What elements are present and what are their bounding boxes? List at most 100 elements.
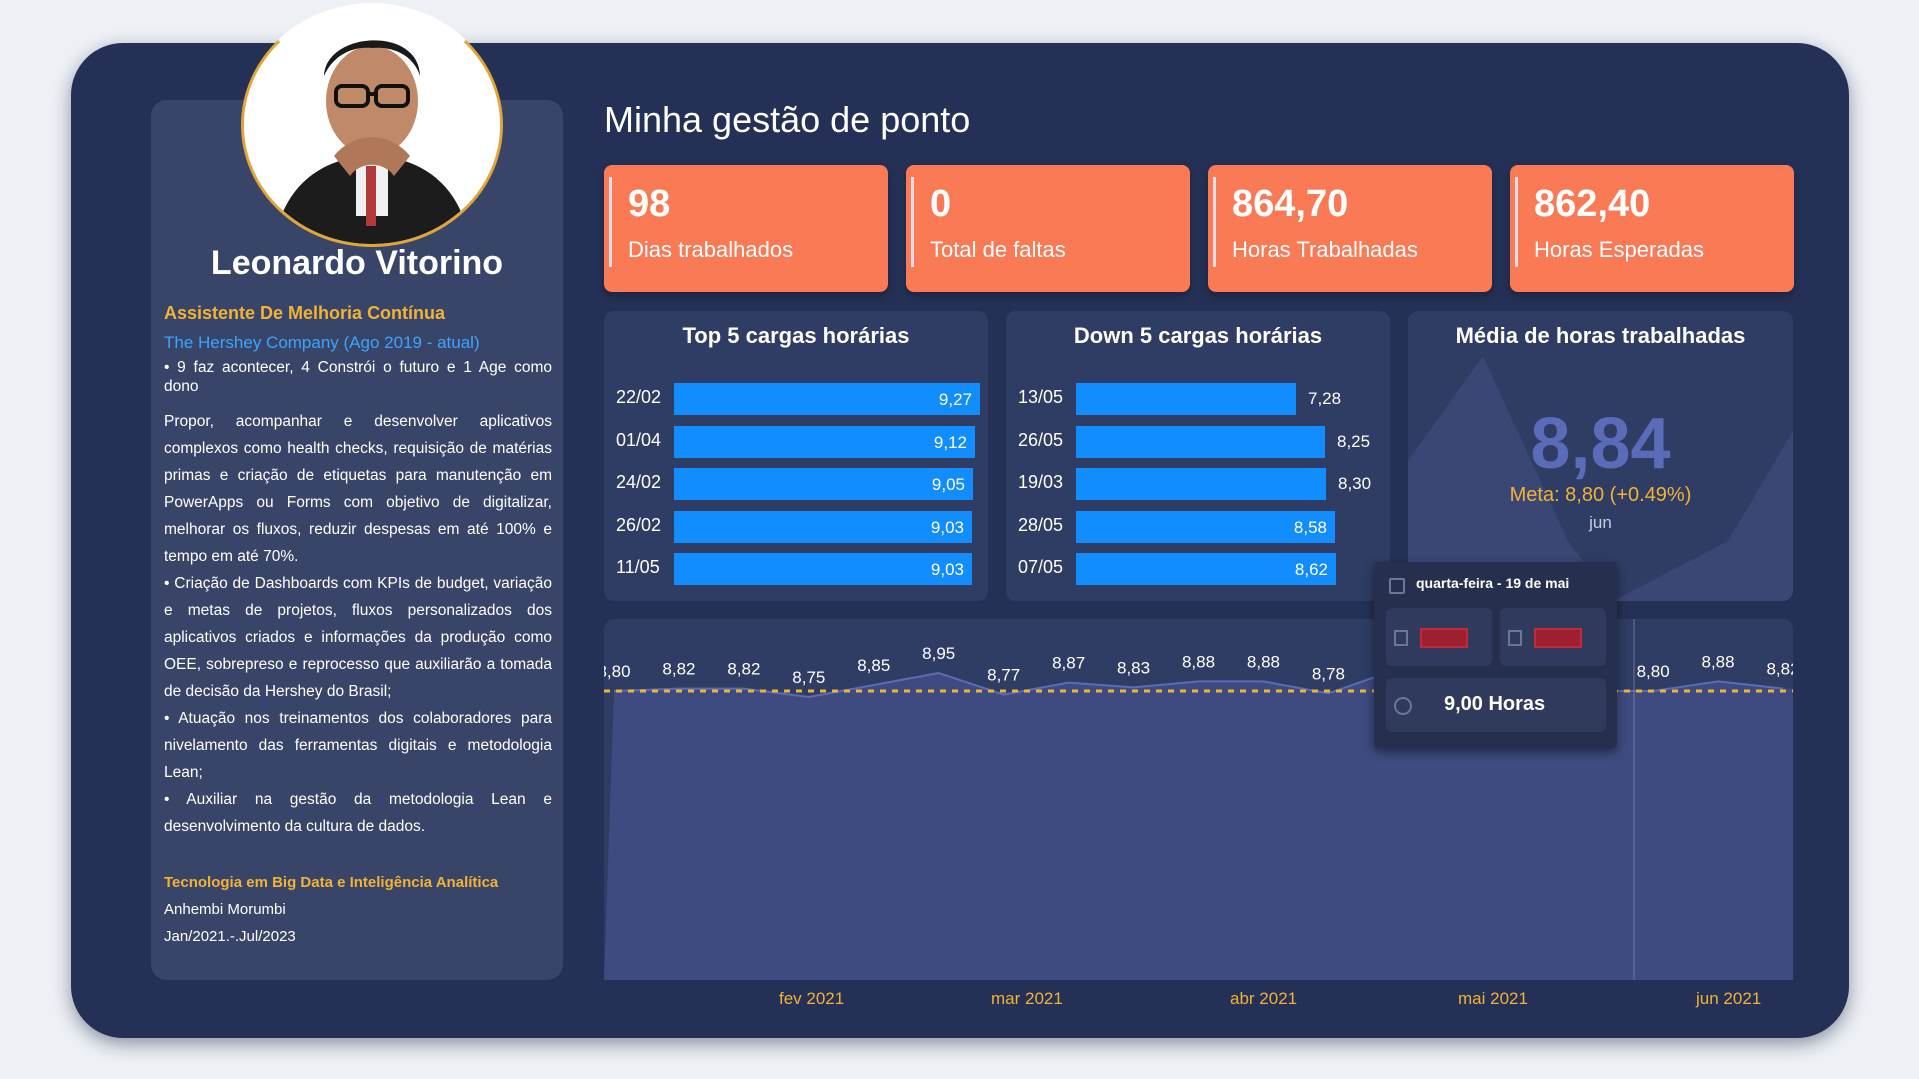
rank-bar[interactable]: 9,12 xyxy=(674,425,975,458)
rank-category-label: 13/05 xyxy=(1018,387,1064,407)
person-photo-icon xyxy=(244,6,500,244)
x-tick-label: abr 2021 xyxy=(1230,989,1298,1008)
rank-category-label: 19/03 xyxy=(1018,472,1064,492)
rank-value-label: 8,25 xyxy=(1337,431,1371,451)
data-label: 8,95 xyxy=(922,644,955,663)
kpi-accent-bar xyxy=(911,177,914,267)
rank-value-label: 9,27 xyxy=(938,390,972,409)
kpi-label: Horas Esperadas xyxy=(1534,237,1704,262)
data-label: 8,75 xyxy=(792,668,825,687)
data-label: 8,78 xyxy=(1312,664,1345,683)
kpi-accent-bar xyxy=(1213,177,1216,267)
data-label: 8,80 xyxy=(604,662,631,681)
kpi-accent-bar xyxy=(609,177,612,267)
rank-row[interactable]: 26/02 9,03 xyxy=(604,509,988,543)
rank-bar[interactable] xyxy=(1076,425,1325,458)
rank-row[interactable]: 11/05 9,03 xyxy=(604,551,988,585)
kpi-value: 98 xyxy=(628,183,671,225)
kpi-value: 0 xyxy=(930,183,952,225)
redacted-time xyxy=(1534,628,1582,648)
kpi-card-horas-trabalhadas[interactable]: 864,70 Horas Trabalhadas xyxy=(1208,165,1492,292)
redacted-time xyxy=(1420,628,1468,648)
data-label: 8,80 xyxy=(1637,662,1670,681)
top5-panel: Top 5 cargas horárias 22/02 9,27 01/04 9,12… xyxy=(604,311,988,601)
data-label: 8,88 xyxy=(1247,652,1280,671)
rank-row[interactable]: 24/02 9,05 xyxy=(604,466,988,500)
calendar-icon xyxy=(1389,578,1405,594)
profile-description: • 9 faz acontecer, 4 Constrói o futuro e… xyxy=(164,358,552,840)
data-label: 8,77 xyxy=(987,666,1020,685)
rank-bar[interactable] xyxy=(1076,383,1296,415)
rank-category-label: 01/04 xyxy=(616,429,662,450)
down5-panel: Down 5 cargas horárias 13/05 7,28 26/05 8,2… xyxy=(1006,311,1390,601)
education-school: Anhembi Morumbi xyxy=(164,901,286,918)
profile-bullet: Propor, acompanhar e desenvolver aplicat… xyxy=(164,413,552,565)
profile-photo xyxy=(241,3,503,247)
profile-bullet: • Auxiliar na gestão da metodologia Lean… xyxy=(164,791,552,835)
kpi-accent-bar xyxy=(1515,177,1518,267)
rank-bar[interactable]: 9,05 xyxy=(674,468,973,500)
rank-row[interactable]: 13/05 7,28 xyxy=(1006,381,1390,415)
rank-row[interactable]: 22/02 9,27 xyxy=(604,381,988,415)
rank-category-label: 26/02 xyxy=(616,514,662,535)
profile-company: The Hershey Company (Ago 2019 - atual) xyxy=(164,333,480,352)
tooltip-date: quarta-feira - 19 de mai xyxy=(1416,575,1570,591)
tooltip-hours-box: 9,00 Horas xyxy=(1386,678,1606,732)
rank-bar[interactable]: 9,03 xyxy=(674,510,972,543)
rank-bar[interactable]: 8,62 xyxy=(1076,553,1336,585)
rank-row[interactable]: 28/05 8,58 xyxy=(1006,509,1390,543)
rank-bar[interactable]: 9,03 xyxy=(674,553,972,585)
rank-bar[interactable]: 8,58 xyxy=(1076,510,1335,543)
kpi-label: Dias trabalhados xyxy=(628,237,794,262)
rank-value-label: 9,05 xyxy=(931,475,965,494)
rank-value-label: 8,62 xyxy=(1294,560,1328,579)
x-tick-label: mar 2021 xyxy=(991,989,1063,1008)
data-label: 8,83 xyxy=(1117,658,1150,677)
exit-icon xyxy=(1508,630,1522,646)
data-label: 8,85 xyxy=(857,656,890,675)
rank-value-label: 9,03 xyxy=(930,560,964,579)
media-value: 8,84 xyxy=(1530,404,1671,484)
down5-title: Down 5 cargas horárias xyxy=(1073,323,1323,348)
rank-value-label: 7,28 xyxy=(1308,389,1342,408)
rank-category-label: 26/05 xyxy=(1018,429,1064,450)
data-label: 8,88 xyxy=(1182,652,1215,671)
kpi-label: Horas Trabalhadas xyxy=(1232,237,1418,262)
data-label: 8,82 xyxy=(662,660,695,679)
kpi-value: 864,70 xyxy=(1232,183,1349,225)
rank-value-label: 8,58 xyxy=(1293,517,1327,537)
rank-bar[interactable] xyxy=(1076,468,1326,500)
rank-row[interactable]: 01/04 9,12 xyxy=(604,424,988,458)
rank-value-label: 9,03 xyxy=(930,517,964,537)
kpi-label: Total de faltas xyxy=(930,237,1066,262)
profile-name: Leonardo Vitorino xyxy=(210,244,504,282)
rank-row[interactable]: 19/03 8,30 xyxy=(1006,466,1390,500)
media-title: Média de horas trabalhadas xyxy=(1455,323,1746,348)
rank-value-label: 8,30 xyxy=(1338,474,1372,493)
data-label: 8,87 xyxy=(1052,654,1085,673)
kpi-card-dias[interactable]: 98 Dias trabalhados xyxy=(604,165,888,292)
data-label: 8,82 xyxy=(727,660,760,679)
kpi-card-horas-esperadas[interactable]: 862,40 Horas Esperadas xyxy=(1510,165,1794,292)
clock-icon xyxy=(1394,697,1412,715)
rank-bar[interactable]: 9,27 xyxy=(674,383,980,415)
rank-row[interactable]: 26/05 8,25 xyxy=(1006,424,1390,458)
chart-tooltip: quarta-feira - 19 de mai 9,00 Horas xyxy=(1374,562,1617,748)
top5-title: Top 5 cargas horárias xyxy=(682,323,910,348)
tooltip-exit-box xyxy=(1500,608,1606,666)
education-title: Tecnologia em Big Data e Inteligência An… xyxy=(164,874,499,891)
rank-row[interactable]: 07/05 8,62 xyxy=(1006,551,1390,585)
profile-bullet: • Atuação nos treinamentos dos colaborad… xyxy=(164,710,552,781)
data-label: 8,88 xyxy=(1702,652,1735,671)
rank-value-label: 9,12 xyxy=(933,432,967,452)
rank-category-label: 24/02 xyxy=(616,472,662,492)
entry-icon xyxy=(1394,630,1408,646)
x-tick-label: mai 2021 xyxy=(1458,989,1528,1008)
kpi-card-faltas[interactable]: 0 Total de faltas xyxy=(906,165,1190,292)
profile-role: Assistente De Melhoria Contínua xyxy=(164,303,446,323)
data-label: 8,82 xyxy=(1766,660,1793,679)
tooltip-hours: 9,00 Horas xyxy=(1444,693,1546,715)
page-title: Minha gestão de ponto xyxy=(604,99,971,140)
profile-bullet: • Criação de Dashboards com KPIs de budg… xyxy=(164,575,552,700)
media-meta: Meta: 8,80 (+0.49%) xyxy=(1509,484,1692,506)
